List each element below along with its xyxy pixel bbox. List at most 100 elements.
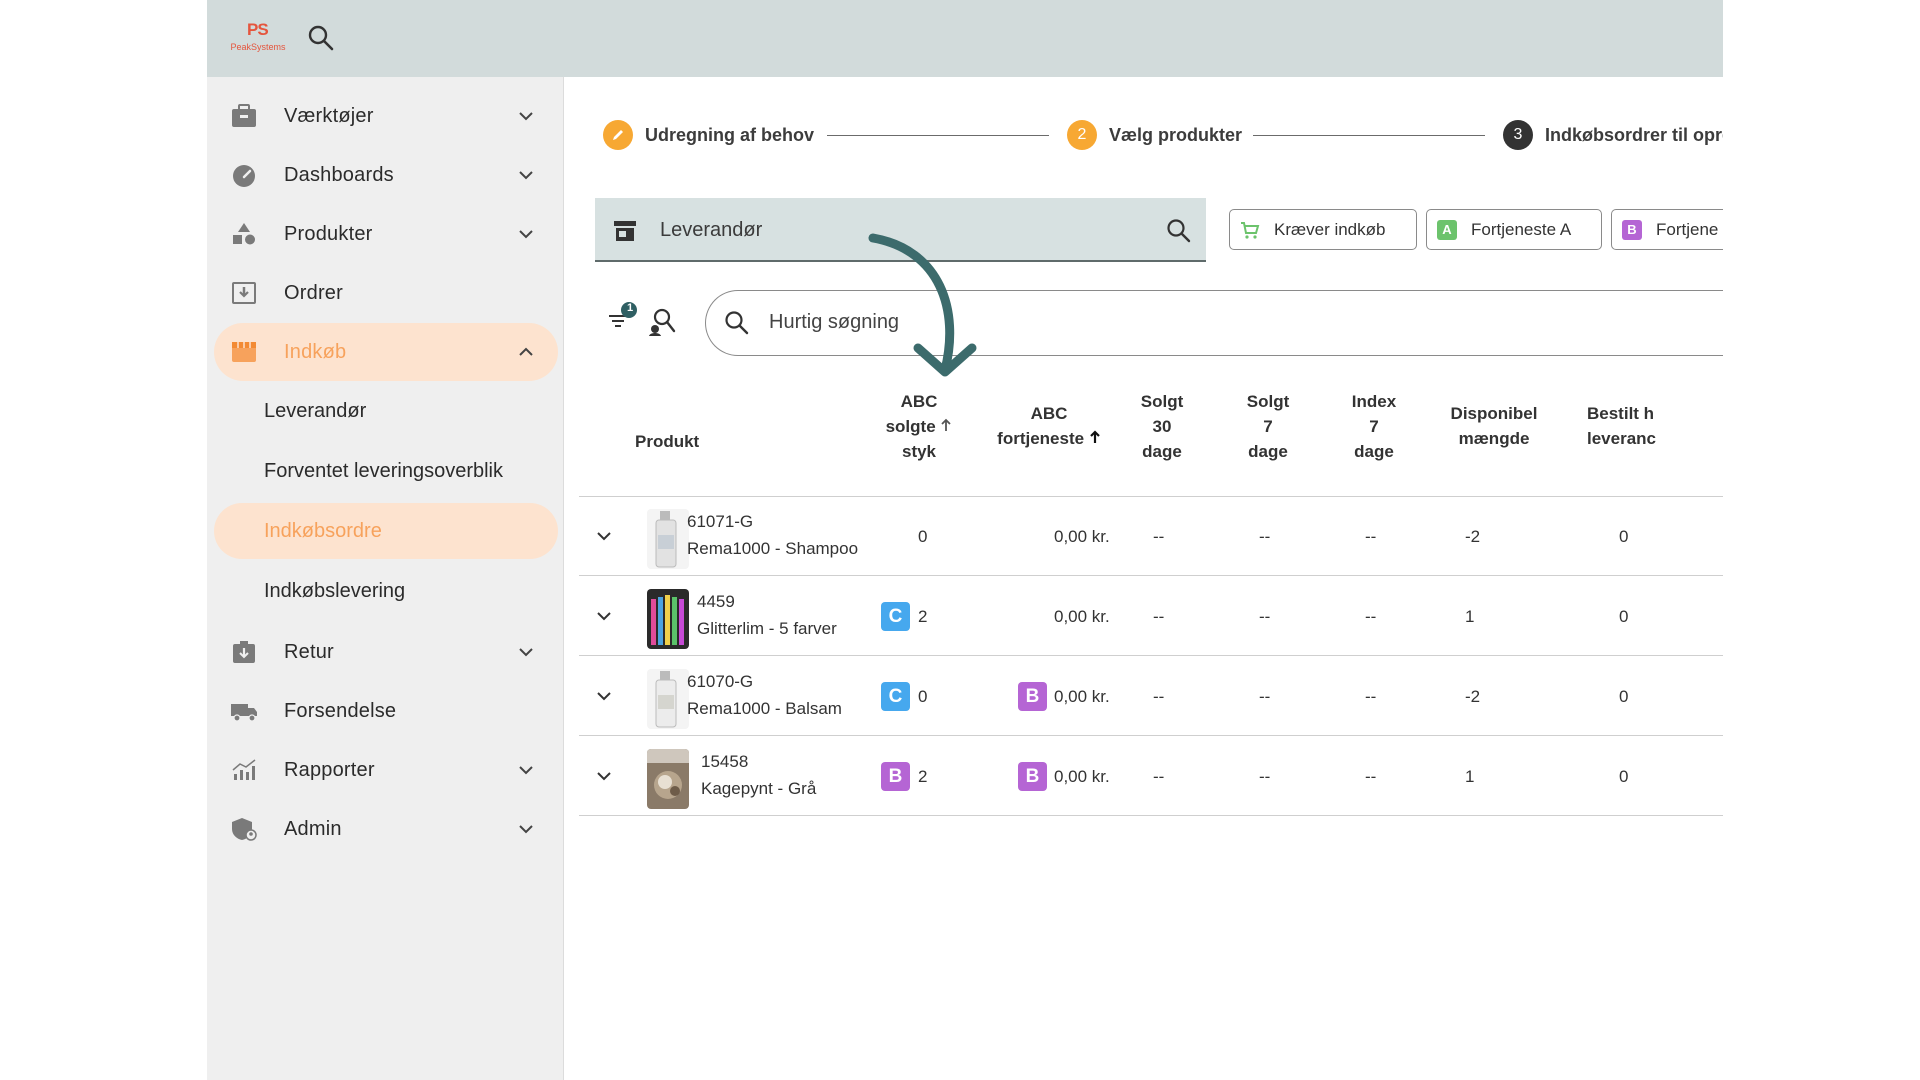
available-value: -2	[1465, 687, 1481, 706]
sidebar-item-forsendelse[interactable]: Forsendelse	[214, 682, 558, 740]
abc-sold-value: 0	[918, 687, 928, 706]
app-window: PS PeakSystems Værktøjer Dashboards Prod…	[207, 0, 1723, 1080]
chip-fortjeneste-a[interactable]: A Fortjeneste A	[1426, 209, 1602, 250]
abc-sold-value: 2	[918, 607, 928, 626]
col-header-solgt-30[interactable]: Solgt 30 dage	[1127, 389, 1197, 464]
col-header-disponibel[interactable]: Disponibel mængde	[1434, 401, 1554, 451]
header-line: styk	[901, 442, 937, 461]
sidebar-subitem-indkoebsordre[interactable]: Indkøbsordre	[214, 503, 558, 559]
header-line: 30	[1152, 417, 1172, 436]
chevron-down-icon[interactable]	[595, 769, 613, 783]
sidebar-item-dashboards[interactable]: Dashboards	[214, 146, 558, 204]
table-row[interactable]: 61070-G Rema1000 - Balsam C 0 B 0,00 kr.…	[579, 657, 1723, 736]
abc-sold-value: 0	[918, 527, 928, 546]
product-thumbnail	[647, 509, 689, 569]
header-line: leveranc	[1587, 429, 1656, 448]
header-line: Index	[1351, 392, 1397, 411]
header-line: Solgt	[1140, 392, 1184, 411]
header-line-with-sort: fortjeneste	[984, 426, 1114, 451]
chip-label: Fortjeneste A	[1471, 219, 1572, 239]
step-udregning[interactable]: Udregning af behov	[603, 119, 814, 151]
step-vaelg-produkter[interactable]: 2 Vælg produkter	[1067, 119, 1242, 151]
header-line: solgte	[885, 417, 936, 436]
chip-kraever-indkoeb[interactable]: Kræver indkøb	[1229, 209, 1417, 250]
stepper: Udregning af behov 2 Vælg produkter 3 In…	[603, 119, 1723, 151]
sidebar-subitem-label: Indkøbsordre	[264, 520, 382, 542]
chevron-down-icon[interactable]	[595, 689, 613, 703]
sidebar-subitem-forventet-leveringsoverblik[interactable]: Forventet leveringsoverblik	[214, 443, 558, 499]
header-line: ABC	[1030, 404, 1068, 423]
header-line: dage	[1248, 442, 1288, 461]
step-indkoebsordrer[interactable]: 3 Indkøbsordrer til opre	[1503, 119, 1723, 151]
search-icon[interactable]	[1166, 218, 1192, 244]
product-sku: 15458	[701, 752, 749, 771]
sidebar-item-rapporter[interactable]: Rapporter	[214, 741, 558, 799]
chevron-down-icon	[519, 825, 533, 834]
sidebar-item-admin[interactable]: Admin	[214, 800, 558, 858]
search-icon[interactable]	[307, 24, 335, 52]
index-7-value: --	[1365, 687, 1377, 706]
quick-search-input[interactable]: Hurtig søgning	[705, 290, 1723, 356]
abc-profit-value: 0,00 kr.	[1054, 767, 1110, 786]
sidebar-item-ordrer[interactable]: Ordrer	[214, 264, 558, 322]
chip-fortjeneste-b[interactable]: B Fortjene	[1611, 209, 1723, 250]
sidebar-item-label: Ordrer	[284, 281, 343, 304]
col-header-index-7[interactable]: Index 7 dage	[1339, 389, 1409, 464]
header-line: Disponibel	[1450, 404, 1538, 423]
abc-profit-value: 0,00 kr.	[1054, 607, 1110, 626]
chevron-down-icon	[519, 230, 533, 239]
col-header-solgt-7[interactable]: Solgt 7 dage	[1233, 389, 1303, 464]
sold-30-value: --	[1153, 767, 1165, 786]
abc-profit-grade-badge: B	[1018, 762, 1047, 791]
col-header-produkt[interactable]: Produkt	[635, 429, 699, 454]
table-row[interactable]: 4459 Glitterlim - 5 farver C 2 0,00 kr. …	[579, 577, 1723, 656]
table-row[interactable]: 15458 Kagepynt - Grå B 2 B 0,00 kr. -- -…	[579, 737, 1723, 816]
product-sku: 61071-G	[687, 512, 754, 531]
sort-up-icon[interactable]	[1089, 430, 1101, 444]
col-header-abc-solgte[interactable]: ABC solgte styk	[879, 389, 959, 464]
product-thumbnail	[647, 589, 689, 649]
search-icon	[725, 311, 749, 335]
sidebar-item-indkoeb[interactable]: Indkøb	[214, 323, 558, 381]
sold-30-value: --	[1153, 687, 1165, 706]
sold-30-value: --	[1153, 527, 1165, 546]
brand-logo[interactable]: PS PeakSystems	[225, 20, 291, 56]
logo-text: PeakSystems	[230, 42, 286, 52]
store-icon	[232, 342, 256, 362]
ordered-value: 0	[1619, 607, 1629, 626]
chevron-down-icon[interactable]	[595, 529, 613, 543]
return-icon	[233, 641, 255, 663]
sidebar-subitem-label: Indkøbslevering	[264, 580, 406, 602]
sort-up-icon[interactable]	[940, 418, 952, 432]
table-row[interactable]: 61071-G Rema1000 - Shampoo 0 0,00 kr. --…	[579, 497, 1723, 576]
available-value: 1	[1465, 767, 1475, 786]
sidebar-item-produkter[interactable]: Produkter	[214, 205, 558, 263]
index-7-value: --	[1365, 767, 1377, 786]
product-sku: 4459	[697, 592, 735, 611]
sidebar-item-vaerktoejer[interactable]: Værktøjer	[214, 87, 558, 145]
sidebar-item-label: Rapporter	[284, 758, 375, 781]
chip-label: Kræver indkøb	[1274, 219, 1386, 239]
sidebar-subitem-label: Forventet leveringsoverblik	[264, 460, 503, 482]
chevron-up-icon	[519, 347, 533, 356]
abc-sold-grade-badge: B	[881, 762, 910, 791]
sidebar-subitem-leverandoer[interactable]: Leverandør	[214, 383, 558, 439]
gauge-icon	[233, 165, 255, 187]
store-icon	[614, 221, 636, 241]
shapes-icon	[233, 223, 255, 245]
sold-7-value: --	[1259, 767, 1271, 786]
sidebar-item-label: Retur	[284, 640, 334, 663]
grade-a-icon: A	[1437, 219, 1457, 240]
step-done-icon	[603, 120, 633, 150]
chevron-down-icon[interactable]	[595, 609, 613, 623]
user-search-icon[interactable]	[648, 307, 676, 337]
col-header-bestilt[interactable]: Bestilt h leveranc	[1587, 401, 1677, 451]
product-thumbnail	[647, 749, 689, 809]
toolbox-icon	[232, 104, 256, 127]
sidebar-subitem-indkoebslevering[interactable]: Indkøbslevering	[214, 563, 558, 619]
sidebar-item-retur[interactable]: Retur	[214, 623, 558, 681]
supplier-select[interactable]: Leverandør	[595, 198, 1206, 262]
sidebar-subitem-label: Leverandør	[264, 400, 367, 422]
header-line: Bestilt h	[1587, 404, 1655, 423]
col-header-abc-fortjeneste[interactable]: ABC fortjeneste	[984, 401, 1114, 451]
